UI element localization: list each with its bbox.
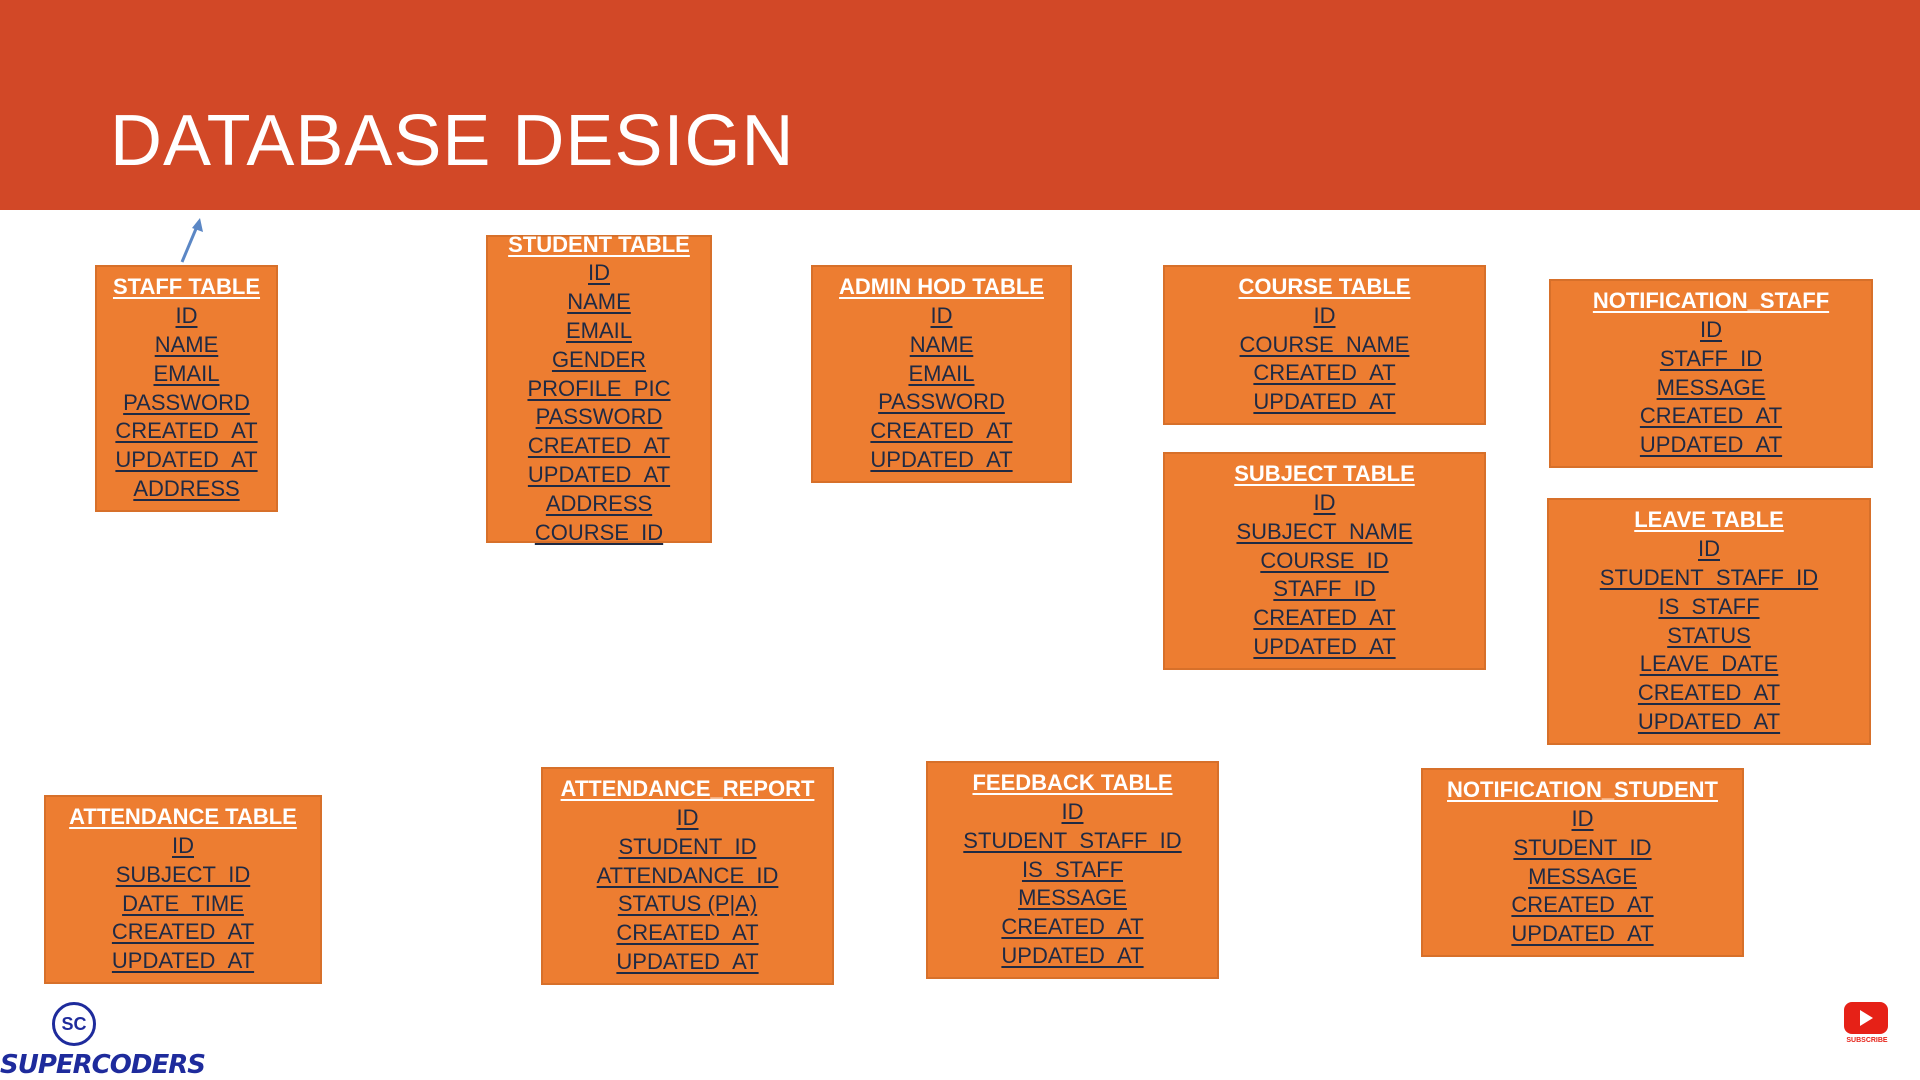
table-field: DATE_TIME [122,890,244,916]
table-title: FEEDBACK TABLE [972,770,1173,796]
slide-title: DATABASE DESIGN [110,101,795,181]
notification-staff-table: NOTIFICATION_STAFF ID STAFF_ID MESSAGE CREAT… [1549,279,1873,468]
table-field: PASSWORD [123,389,250,415]
table-field: UPDATED_AT [1253,389,1396,415]
table-field: UPDATED_AT [1511,921,1654,947]
table-field: ID [676,805,699,830]
youtube-icon [1844,1002,1888,1034]
subject-table: SUBJECT TABLE ID SUBJECT_NAME COURSE_ID STAF… [1163,452,1486,670]
table-field: ADDRESS [133,475,240,501]
table-field: STUDENT_STAFF_ID [1599,564,1819,590]
table-field: ID [172,832,194,858]
table-field: CREATED_AT [1253,605,1396,631]
table-field: NAME [154,331,219,357]
table-field: PASSWORD [878,389,1005,415]
logo-badge-icon: SC [52,1002,96,1046]
arrow-icon [180,218,203,263]
table-field: ID [1571,805,1594,831]
table-field: NAME [567,289,631,315]
table-field: STATUS (P|A) [617,891,758,917]
table-field: ID [175,303,198,329]
table-field: UPDATED_AT [1001,942,1144,968]
table-field: GENDER [551,346,647,372]
table-title: NOTIFICATION_STUDENT [1447,777,1718,803]
table-title: ADMIN HOD TABLE [839,274,1044,300]
table-field: MESSAGE [1656,374,1766,400]
table-field: ID [1698,536,1720,562]
table-field: ID [1061,799,1084,824]
table-field: EMAIL [908,360,975,386]
table-field: UPDATED_AT [616,948,759,974]
table-field: CREATED_AT [1001,914,1144,940]
table-field: CREATED_AT [1511,892,1654,918]
table-field: NAME [909,331,974,357]
table-title: COURSE TABLE [1238,274,1411,299]
table-field: CREATED_AT [616,920,759,946]
course-table: COURSE TABLE ID COURSE_NAME CREATED_AT UPDAT… [1163,265,1486,425]
table-field: CREATED_AT [527,433,671,459]
table-field: ID [1313,490,1336,515]
table-field: COURSE_NAME [1239,331,1410,357]
attendance-report-table: ATTENDANCE_REPORT ID STUDENT_ID ATTENDANCE_… [541,767,834,985]
table-field: SUBJECT_ID [115,861,251,887]
table-field: STUDENT_ID [618,833,757,859]
table-field: STAFF_ID [1659,345,1763,371]
table-field: IS_STAFF [1021,856,1124,882]
table-field: UPDATED_AT [1639,432,1783,458]
table-title: NOTIFICATION_STAFF [1592,288,1830,314]
leave-table: LEAVE TABLE ID STUDENT_STAFF_ID IS_STAFF STA… [1547,498,1871,745]
table-field: CREATED_AT [111,919,255,945]
table-field: STATUS [1667,622,1751,648]
attendance-table: ATTENDANCE TABLE ID SUBJECT_ID DATE_TIME CRE… [44,795,322,984]
table-field: STUDENT_STAFF_ID [963,827,1182,853]
table-field: CREATED_AT [1637,680,1781,706]
table-field: LEAVE_DATE [1639,651,1779,677]
table-field: EMAIL [565,318,633,344]
table-field: UPDATED_AT [1253,633,1396,659]
table-field: UPDATED_AT [115,447,258,473]
table-field: ADDRESS [545,490,653,516]
table-title: ATTENDANCE_REPORT [560,776,815,802]
table-field: SUBJECT_NAME [1236,518,1413,544]
table-field: MESSAGE [1528,863,1637,889]
table-title: LEAVE TABLE [1634,507,1784,533]
table-field: CREATED_AT [1253,360,1396,386]
table-field: UPDATED_AT [870,446,1013,472]
table-field: CREATED_AT [1639,403,1783,429]
table-title: SUBJECT TABLE [1234,461,1415,487]
student-table: STUDENT TABLE ID NAME EMAIL GENDER PROFILE_PI… [486,232,712,545]
table-field: UPDATED_AT [111,948,255,974]
staff-table: STAFF TABLE ID NAME EMAIL PASSWORD CREATED_AT… [95,265,278,512]
table-field: ID [588,260,610,286]
table-title: STAFF TABLE [112,274,261,300]
table-field: PASSWORD [535,404,663,430]
table-title: ATTENDANCE TABLE [69,804,297,830]
table-field: MESSAGE [1018,885,1127,911]
table-field: EMAIL [153,360,220,386]
table-title: STUDENT TABLE [508,231,690,257]
subscribe-button[interactable]: SUBSCRIBE [1842,1002,1892,1046]
table-field: COURSE_ID [1260,547,1389,573]
table-field: ID [1700,316,1722,342]
table-field: CREATED_AT [870,418,1013,444]
admin-hod-table: ADMIN HOD TABLE ID NAME EMAIL PASSWORD CREATE… [811,265,1072,483]
table-field: STAFF_ID [1273,576,1376,602]
table-field: STUDENT_ID [1513,834,1652,860]
logo-brand-text: SUPERCODERS [0,1050,206,1080]
table-field: ID [1313,302,1336,328]
table-field: CREATED_AT [115,418,258,444]
supercoders-logo: SC SUPERCODERS [0,1000,206,1080]
table-field: PROFILE_PIC [527,375,671,401]
subscribe-label: SUBSCRIBE [1846,1037,1888,1044]
feedback-table: FEEDBACK TABLE ID STUDENT_STAFF_ID IS_STAFF… [926,761,1219,979]
table-field: COURSE_ID [534,519,664,545]
table-field: ATTENDANCE_ID [596,862,779,888]
table-field: UPDATED_AT [1637,708,1781,734]
notification-student-table: NOTIFICATION_STUDENT ID STUDENT_ID MESSAGE C… [1421,768,1744,957]
table-field: ID [930,303,953,328]
table-field: UPDATED_AT [527,462,671,487]
table-field: IS_STAFF [1658,593,1760,619]
